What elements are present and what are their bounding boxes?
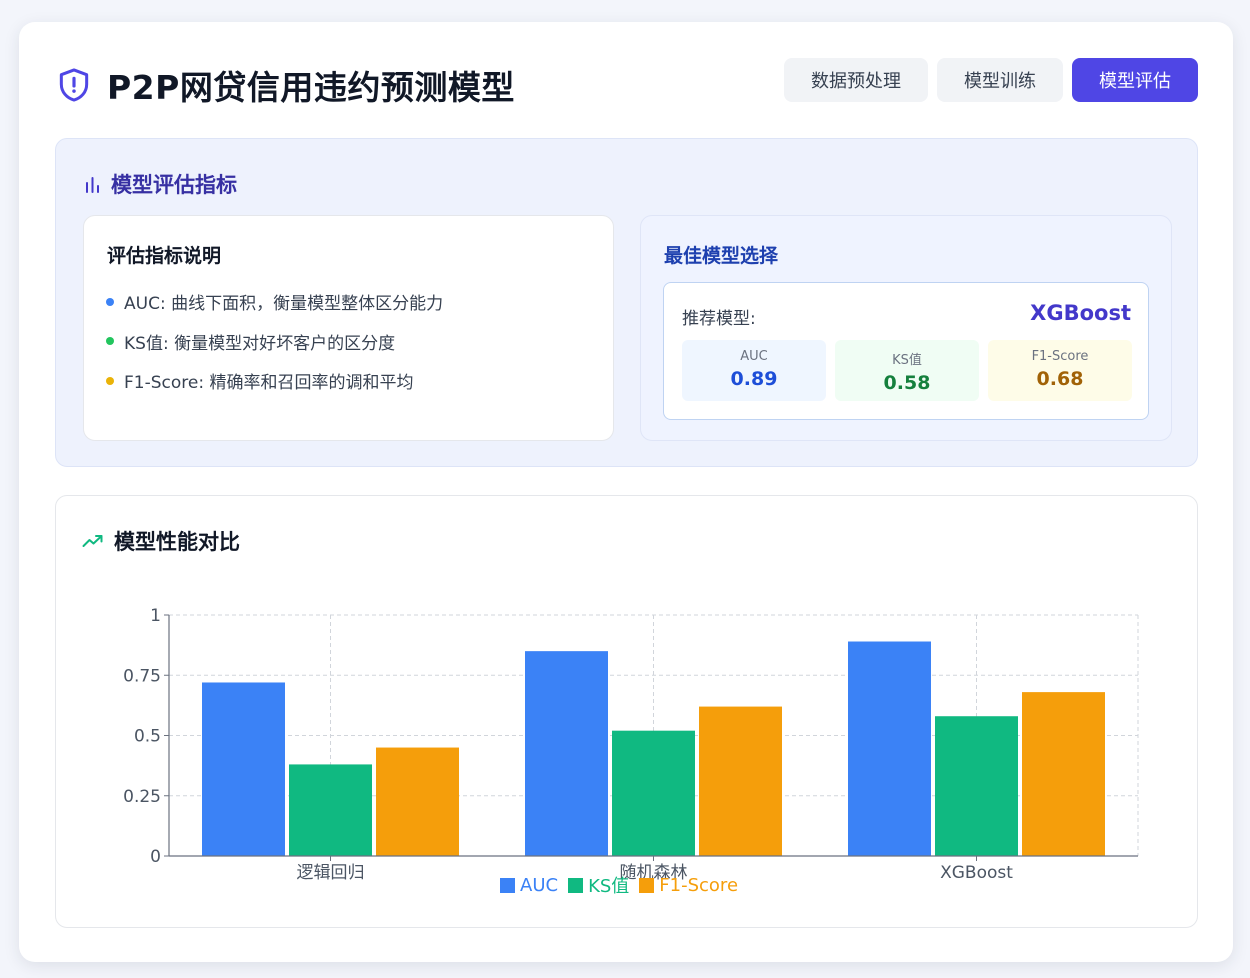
bar	[376, 747, 459, 856]
legend-swatch	[500, 877, 515, 893]
y-tick-label: 0.75	[123, 666, 161, 686]
metric-description-item: F1-Score: 精确率和召回率的调和平均	[106, 361, 443, 401]
x-tick-label: XGBoost	[940, 863, 1013, 883]
bar	[848, 641, 931, 856]
best-model-title: 最佳模型选择	[664, 245, 779, 267]
bar	[612, 730, 695, 856]
top-nav: 数据预处理 模型训练 模型评估	[784, 58, 1198, 102]
y-tick-label: 0.25	[123, 787, 161, 807]
y-tick-label: 1	[150, 606, 161, 626]
metrics-section-header: 模型评估指标	[84, 169, 237, 199]
trending-up-icon	[82, 535, 103, 547]
metric-description-text: KS值: 衡量模型对好坏客户的区分度	[124, 333, 396, 354]
recommended-model-box: 推荐模型: XGBoost AUC 0.89 KS值 0.58 F1-Score…	[663, 282, 1149, 420]
stat-auc: AUC 0.89	[682, 340, 826, 401]
legend-swatch	[639, 877, 655, 893]
nav-training-button[interactable]: 模型训练	[937, 58, 1063, 102]
stat-label: KS值	[892, 353, 922, 368]
metric-description-item: AUC: 曲线下面积，衡量模型整体区分能力	[106, 282, 443, 322]
bar	[202, 682, 285, 856]
stat-value: 0.58	[883, 372, 931, 394]
stat-label: AUC	[740, 349, 768, 364]
recommend-label: 推荐模型:	[682, 309, 756, 329]
stat-f1: F1-Score 0.68	[988, 340, 1132, 401]
metric-description-list: AUC: 曲线下面积，衡量模型整体区分能力 KS值: 衡量模型对好坏客户的区分度…	[106, 282, 443, 401]
y-tick-label: 0	[150, 847, 161, 867]
bar	[525, 651, 608, 856]
performance-bar-chart: 00.250.50.751逻辑回归 随机森林 XGBoost	[123, 606, 1139, 883]
stat-ks: KS值 0.58	[835, 340, 979, 401]
metric-description-text: F1-Score: 精确率和召回率的调和平均	[124, 373, 414, 394]
legend-item-auc[interactable]: AUC	[500, 872, 558, 898]
chart-section-title: 模型性能对比	[114, 530, 240, 554]
legend-label: AUC	[520, 874, 559, 896]
metric-description-item: KS值: 衡量模型对好坏客户的区分度	[106, 322, 443, 362]
nav-evaluation-button[interactable]: 模型评估	[1072, 58, 1198, 102]
page-title: P2P网贷信用违约预测模型	[107, 68, 515, 107]
bar-chart-icon	[86, 176, 99, 193]
bar	[699, 706, 782, 856]
metrics-section-title: 模型评估指标	[111, 173, 237, 197]
bar	[1022, 692, 1105, 856]
bullet-dot-icon	[106, 376, 114, 385]
main-card: P2P网贷信用违约预测模型 数据预处理 模型训练 模型评估 模型评估指标 评估指…	[19, 22, 1233, 962]
best-model-card: 最佳模型选择 推荐模型: XGBoost AUC 0.89 KS值 0.58 F…	[640, 215, 1172, 441]
legend-item-ks[interactable]: KS值	[568, 872, 629, 898]
legend-label: KS值	[588, 876, 630, 897]
metrics-panel: 模型评估指标 评估指标说明 AUC: 曲线下面积，衡量模型整体区分能力 KS值:…	[55, 138, 1198, 467]
bar	[289, 764, 372, 856]
stat-label: F1-Score	[1031, 349, 1089, 364]
recommended-model-name: XGBoost	[1030, 301, 1131, 325]
metric-description-title: 评估指标说明	[107, 245, 222, 267]
chart-legend: AUC KS值 F1-Score	[500, 872, 738, 898]
legend-label: F1-Score	[659, 874, 739, 896]
chart-panel: 0 0.25 0.5 0.75 1 逻辑回归 随机森林 XGBoost 模型性能对比 AUC …	[55, 495, 1198, 928]
bar	[935, 716, 1018, 856]
legend-swatch	[568, 877, 584, 893]
chart-section-header: 模型性能对比	[82, 526, 240, 556]
metric-description-card: 评估指标说明 AUC: 曲线下面积，衡量模型整体区分能力 KS值: 衡量模型对好…	[83, 215, 614, 441]
metric-description-text: AUC: 曲线下面积，衡量模型整体区分能力	[124, 294, 444, 315]
title-group: P2P网贷信用违约预测模型	[55, 61, 515, 109]
nav-preprocess-button[interactable]: 数据预处理	[784, 58, 928, 102]
shield-alert-icon	[59, 68, 89, 102]
legend-item-f1[interactable]: F1-Score	[639, 872, 738, 898]
model-stats: AUC 0.89 KS值 0.58 F1-Score 0.68	[682, 340, 1132, 401]
y-tick-label: 0.5	[134, 727, 161, 747]
stat-value: 0.68	[1036, 368, 1084, 390]
stat-value: 0.89	[730, 368, 778, 390]
header: P2P网贷信用违约预测模型 数据预处理 模型训练 模型评估	[55, 58, 1198, 107]
bullet-dot-icon	[106, 337, 114, 346]
x-tick-label: 逻辑回归	[297, 863, 365, 883]
bullet-dot-icon	[106, 297, 114, 306]
